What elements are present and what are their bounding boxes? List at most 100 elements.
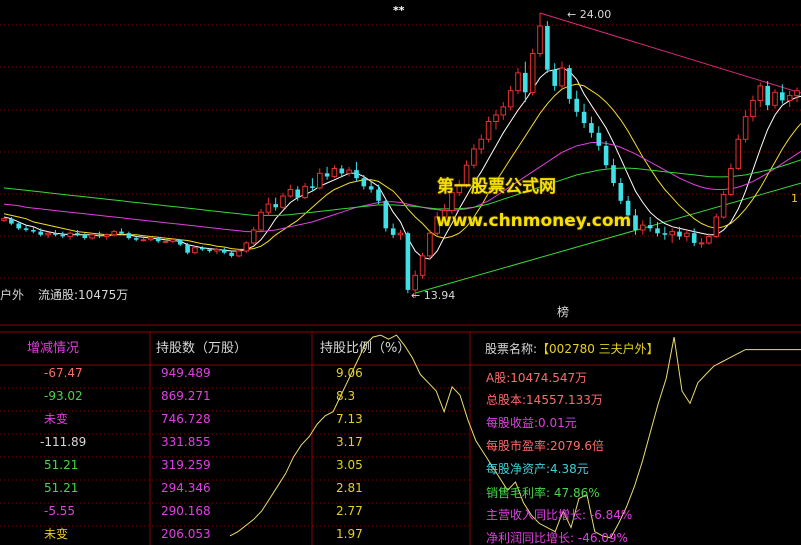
candle-body-up [67,232,73,237]
candle-body-up [243,242,250,252]
stock-chart-canvas [0,12,801,545]
candle-body-up [559,67,565,87]
candle-body-down [765,85,770,106]
candle-body-down [780,92,785,101]
row-shares: 206.053 [161,527,211,541]
stock-caption: 户外 [0,288,25,302]
candle-body-up [706,236,712,244]
float-shares: 流通股:10475万 [38,288,129,302]
high-price-value: 24.00 [579,8,612,21]
info-total-shares: 总股本:14557.133万 [486,393,603,407]
candle-body-down [339,168,345,174]
candle-body-down [38,231,43,235]
candle-body-down [567,68,572,99]
candle-body-up [192,247,198,254]
candle-body-down [589,123,594,133]
row-shares: 319.259 [161,458,211,472]
candle-body-down [633,215,638,230]
info-pe: 每股市盈率:2079.6倍 [486,439,605,453]
candle-body-down [523,72,528,93]
candle-body-up [1,218,7,221]
high-price-label: ← 24.00 [567,8,612,21]
row-change: -5.55 [44,504,76,518]
candle-body-down [310,186,315,188]
candle-body-up [742,116,749,140]
candle-body-down [16,223,21,229]
candle-body-down [185,244,190,253]
right-marker: 1 [791,192,798,205]
row-ratio: 7.13 [336,412,363,426]
low-price-value: 13.94 [423,289,456,302]
candle-body-up [640,224,646,231]
header-change: 增减情况 [27,341,80,356]
row-change: 51.21 [44,458,79,472]
row-change: 51.21 [44,481,79,495]
candle-body-up [750,99,756,118]
candle-body-up [317,172,323,189]
candle-body-down [60,234,66,237]
candle-body-up [45,232,51,236]
candle-body-down [376,189,381,201]
candle-body-down [603,145,609,166]
chart-grid [0,24,801,545]
candle-body-down [383,200,389,229]
candle-body-down [574,98,579,112]
row-shares: 331.855 [161,435,211,449]
candle-body-down [155,238,161,242]
row-change: -67.47 [44,366,83,380]
ma-30-line [3,159,801,216]
candle-body-down [647,225,653,229]
candle-body-up [287,189,294,197]
row-ratio: 8.3 [336,389,356,403]
candle-body-up [493,114,499,122]
row-ratio: 1.97 [336,527,363,541]
watermark-title: 第一股票公式网 [437,177,556,197]
watermark-url: www.chnmoney.com [436,211,632,231]
ma-10-line [3,83,801,250]
row-ratio: 9.06 [336,366,363,380]
candle-body-down [82,234,88,238]
candle-body-up [772,91,778,106]
candle-body-up [170,239,176,242]
candle-body-up [698,242,705,245]
row-shares: 746.728 [161,412,211,426]
moving-averages [3,67,801,260]
candle-body-up [720,193,727,218]
ma-20-line [3,142,801,233]
row-ratio: 3.05 [336,458,363,472]
candle-body-down [31,230,36,232]
candle-body-up [713,216,720,237]
candle-body-down [23,228,29,230]
candle-body-down [405,233,411,290]
candle-body-down [581,111,587,124]
candle-body-down [97,234,102,237]
candle-body-up [140,239,147,242]
candle-body-up [507,90,514,108]
candle-body-down [655,228,660,234]
candle-body-down [662,233,668,235]
candle-body-up [331,168,338,178]
candle-body-up [89,234,95,239]
candle-body-up [265,203,272,213]
row-shares: 290.168 [161,504,211,518]
candle-body-up [236,250,242,257]
candle-body-down [354,170,359,179]
candle-body-up [529,53,536,93]
candle-body-up [258,211,264,231]
row-change: -111.89 [40,435,87,449]
candle-body-up [111,231,118,236]
candle-body-up [735,138,742,169]
info-name-prefix: 股票名称: [485,342,538,356]
bottom-marker: 榜 [557,305,570,319]
row-change: -93.02 [44,389,83,403]
candle-body-down [9,218,14,224]
top-marker: ** [393,4,405,17]
candle-body-down [552,69,557,86]
candle-body-down [222,249,227,253]
candle-body-down [273,204,278,208]
candle-body-down [618,183,624,201]
candle-body-up [250,229,257,244]
info-a-shares: A股:10474.547万 [486,371,588,385]
row-change: 未变 [44,412,69,426]
candle-body-up [478,138,485,150]
